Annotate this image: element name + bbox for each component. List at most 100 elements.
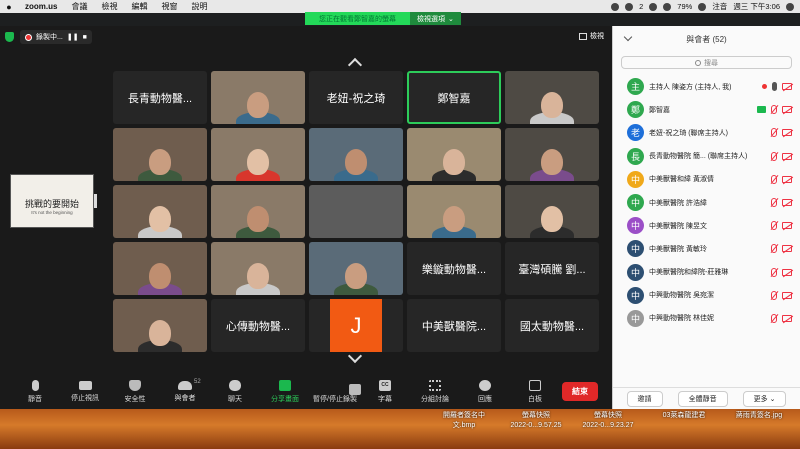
view-options-button[interactable]: 檢視選項 ⌄ <box>410 12 461 25</box>
participant-tile[interactable] <box>407 128 501 181</box>
mute-button[interactable]: 靜音 <box>10 379 60 404</box>
whiteboard-button[interactable]: 白板 <box>510 379 560 404</box>
microphone-muted-icon <box>771 244 777 254</box>
participant-tile[interactable]: 長青動物醫... <box>113 71 207 124</box>
participant-row[interactable]: 主主持人 陳姿方 (主持人, 我) <box>613 75 800 98</box>
participant-tile[interactable] <box>211 185 305 238</box>
page-down-button[interactable] <box>345 348 365 364</box>
menu-edit[interactable]: 編輯 <box>124 1 154 12</box>
view-button[interactable]: 檢視 <box>579 31 604 41</box>
participant-tile[interactable]: 中美獸醫院... <box>407 299 501 352</box>
participant-tile[interactable]: 臺灣碩騰 劉... <box>505 242 599 295</box>
menu-meeting[interactable]: 會議 <box>64 1 94 12</box>
participant-tile[interactable] <box>211 242 305 295</box>
menu-view[interactable]: 檢視 <box>94 1 124 12</box>
microphone-muted-icon <box>771 198 777 208</box>
participant-tile[interactable] <box>309 242 403 295</box>
participant-row[interactable]: 中中美獸醫院和緯院-莊雅琳 <box>613 261 800 284</box>
stop-video-button[interactable]: 停止視訊 <box>60 380 110 403</box>
camera-off-icon <box>782 268 792 276</box>
participant-avatar: 中 <box>627 217 644 235</box>
page-up-button[interactable] <box>345 56 365 73</box>
share-screen-button[interactable]: 分享畫面 <box>260 379 310 404</box>
self-view-handle[interactable] <box>94 194 97 208</box>
participant-tile[interactable] <box>505 185 599 238</box>
collapse-chevron-icon[interactable] <box>623 32 633 42</box>
participants-button[interactable]: 52 與會者 <box>160 379 210 403</box>
participant-tile[interactable]: 心傳動物醫... <box>211 299 305 352</box>
bluetooth-icon[interactable] <box>649 2 658 11</box>
participant-tile[interactable]: 國太動物醫... <box>505 299 599 352</box>
pause-icon[interactable]: ❚❚ <box>67 33 79 41</box>
participant-row[interactable]: 中中美獸醫和緯 黃淑倩 <box>613 168 800 191</box>
participant-tile[interactable] <box>211 71 305 124</box>
participant-row[interactable]: 鄭鄭智嘉 <box>613 98 800 121</box>
desktop-file-name-line2: 2022-0...9.57.25 <box>510 422 562 429</box>
stop-icon[interactable]: ■ <box>83 34 87 41</box>
shield-icon <box>129 379 141 391</box>
participant-avatar: 主 <box>627 78 644 96</box>
participant-tile[interactable] <box>113 242 207 295</box>
participant-tile[interactable] <box>505 71 599 124</box>
end-meeting-button[interactable]: 結束 <box>562 382 598 401</box>
security-button[interactable]: 安全性 <box>110 379 160 404</box>
mute-all-button[interactable]: 全體靜音 <box>677 390 728 407</box>
line-icon[interactable] <box>611 2 620 11</box>
participant-row[interactable]: 中中美獸醫院 陳昱文 <box>613 214 800 237</box>
participant-tile[interactable] <box>309 185 403 238</box>
record-dot-icon <box>25 33 32 41</box>
person-face <box>541 206 563 232</box>
participant-tile[interactable] <box>211 128 305 181</box>
battery-icon[interactable] <box>698 2 707 11</box>
breakout-rooms-button[interactable]: 分組討論 <box>410 379 460 404</box>
participant-avatar: 中 <box>627 240 644 258</box>
captions-button[interactable]: CC 字幕 <box>360 379 410 404</box>
menu-help[interactable]: 說明 <box>184 1 214 12</box>
participant-row[interactable]: 長長青動物醫院 簡... (聯席主持人) <box>613 145 800 168</box>
participant-tile[interactable] <box>113 128 207 181</box>
participant-row[interactable]: 老老妞-祝之琦 (聯席主持人) <box>613 121 800 144</box>
participant-status-icons <box>757 105 792 115</box>
participant-tile[interactable] <box>505 128 599 181</box>
camera-off-icon <box>782 245 792 253</box>
participant-tile-name: 鄭智嘉 <box>437 92 471 105</box>
desktop-file[interactable]: 03萊森龍建君 <box>648 411 720 421</box>
participant-tile[interactable]: 樂鏇動物醫... <box>407 242 501 295</box>
participant-tile[interactable] <box>113 185 207 238</box>
menu-window[interactable]: 視窗 <box>154 1 184 12</box>
desktop-file[interactable]: 開羅者簽名中 文.bmp <box>428 411 500 431</box>
participant-tile[interactable] <box>407 185 501 238</box>
more-button[interactable]: 更多 ⌄ <box>742 390 787 407</box>
desktop-file[interactable]: 螢幕快照 2022-0...9.57.25 <box>500 411 572 431</box>
participant-search-input[interactable]: 搜尋 <box>621 56 792 69</box>
view-options-label: 檢視選項 <box>417 15 445 23</box>
participant-row[interactable]: 中中美獸醫院 黃敏玲 <box>613 237 800 260</box>
chat-button[interactable]: 聊天 <box>210 379 260 404</box>
desktop-file[interactable]: 螢幕快照 2022-0...9.23.27 <box>572 411 644 431</box>
apple-icon[interactable]: ● <box>0 2 18 12</box>
participant-tile[interactable]: 鄭智嘉 <box>407 71 501 124</box>
input-method[interactable]: 注音 <box>712 1 727 12</box>
participant-row[interactable]: 中中興動物醫院 吳宛潔 <box>613 284 800 307</box>
clock[interactable]: 週三 下午3:06 <box>733 1 780 12</box>
person-face <box>149 206 171 232</box>
security-shield-icon[interactable] <box>5 32 14 42</box>
meeting-window: 錄製中... ❚❚ ■ 檢視 挑戰的要開始 It's not the begin… <box>0 26 612 409</box>
participant-row[interactable]: 中中興動物醫院 林佳妮 <box>613 307 800 330</box>
participant-tile[interactable] <box>309 128 403 181</box>
participant-tile[interactable]: J <box>309 299 403 352</box>
search-icon[interactable] <box>786 2 794 11</box>
participant-tile[interactable] <box>113 299 207 352</box>
self-view-thumbnail[interactable]: 挑戰的要開始 It's not the beginning <box>10 174 94 228</box>
participant-row[interactable]: 中中美獸醫院 許浩緯 <box>613 191 800 214</box>
messenger-icon[interactable] <box>625 2 634 11</box>
reactions-button[interactable]: 回應 <box>460 379 510 404</box>
pause-record-button[interactable]: 暫停/停止錄製 <box>310 380 361 404</box>
people-icon: 52 <box>178 379 201 390</box>
desktop-file[interactable]: 蔣雨青簽名.jpg <box>723 411 795 421</box>
participant-tile[interactable]: 老妞-祝之琦 <box>309 71 403 124</box>
wifi-icon[interactable] <box>663 2 672 11</box>
participant-avatar: J <box>330 299 382 352</box>
invite-button[interactable]: 邀請 <box>626 390 663 407</box>
menu-app-name[interactable]: zoom.us <box>18 2 64 11</box>
